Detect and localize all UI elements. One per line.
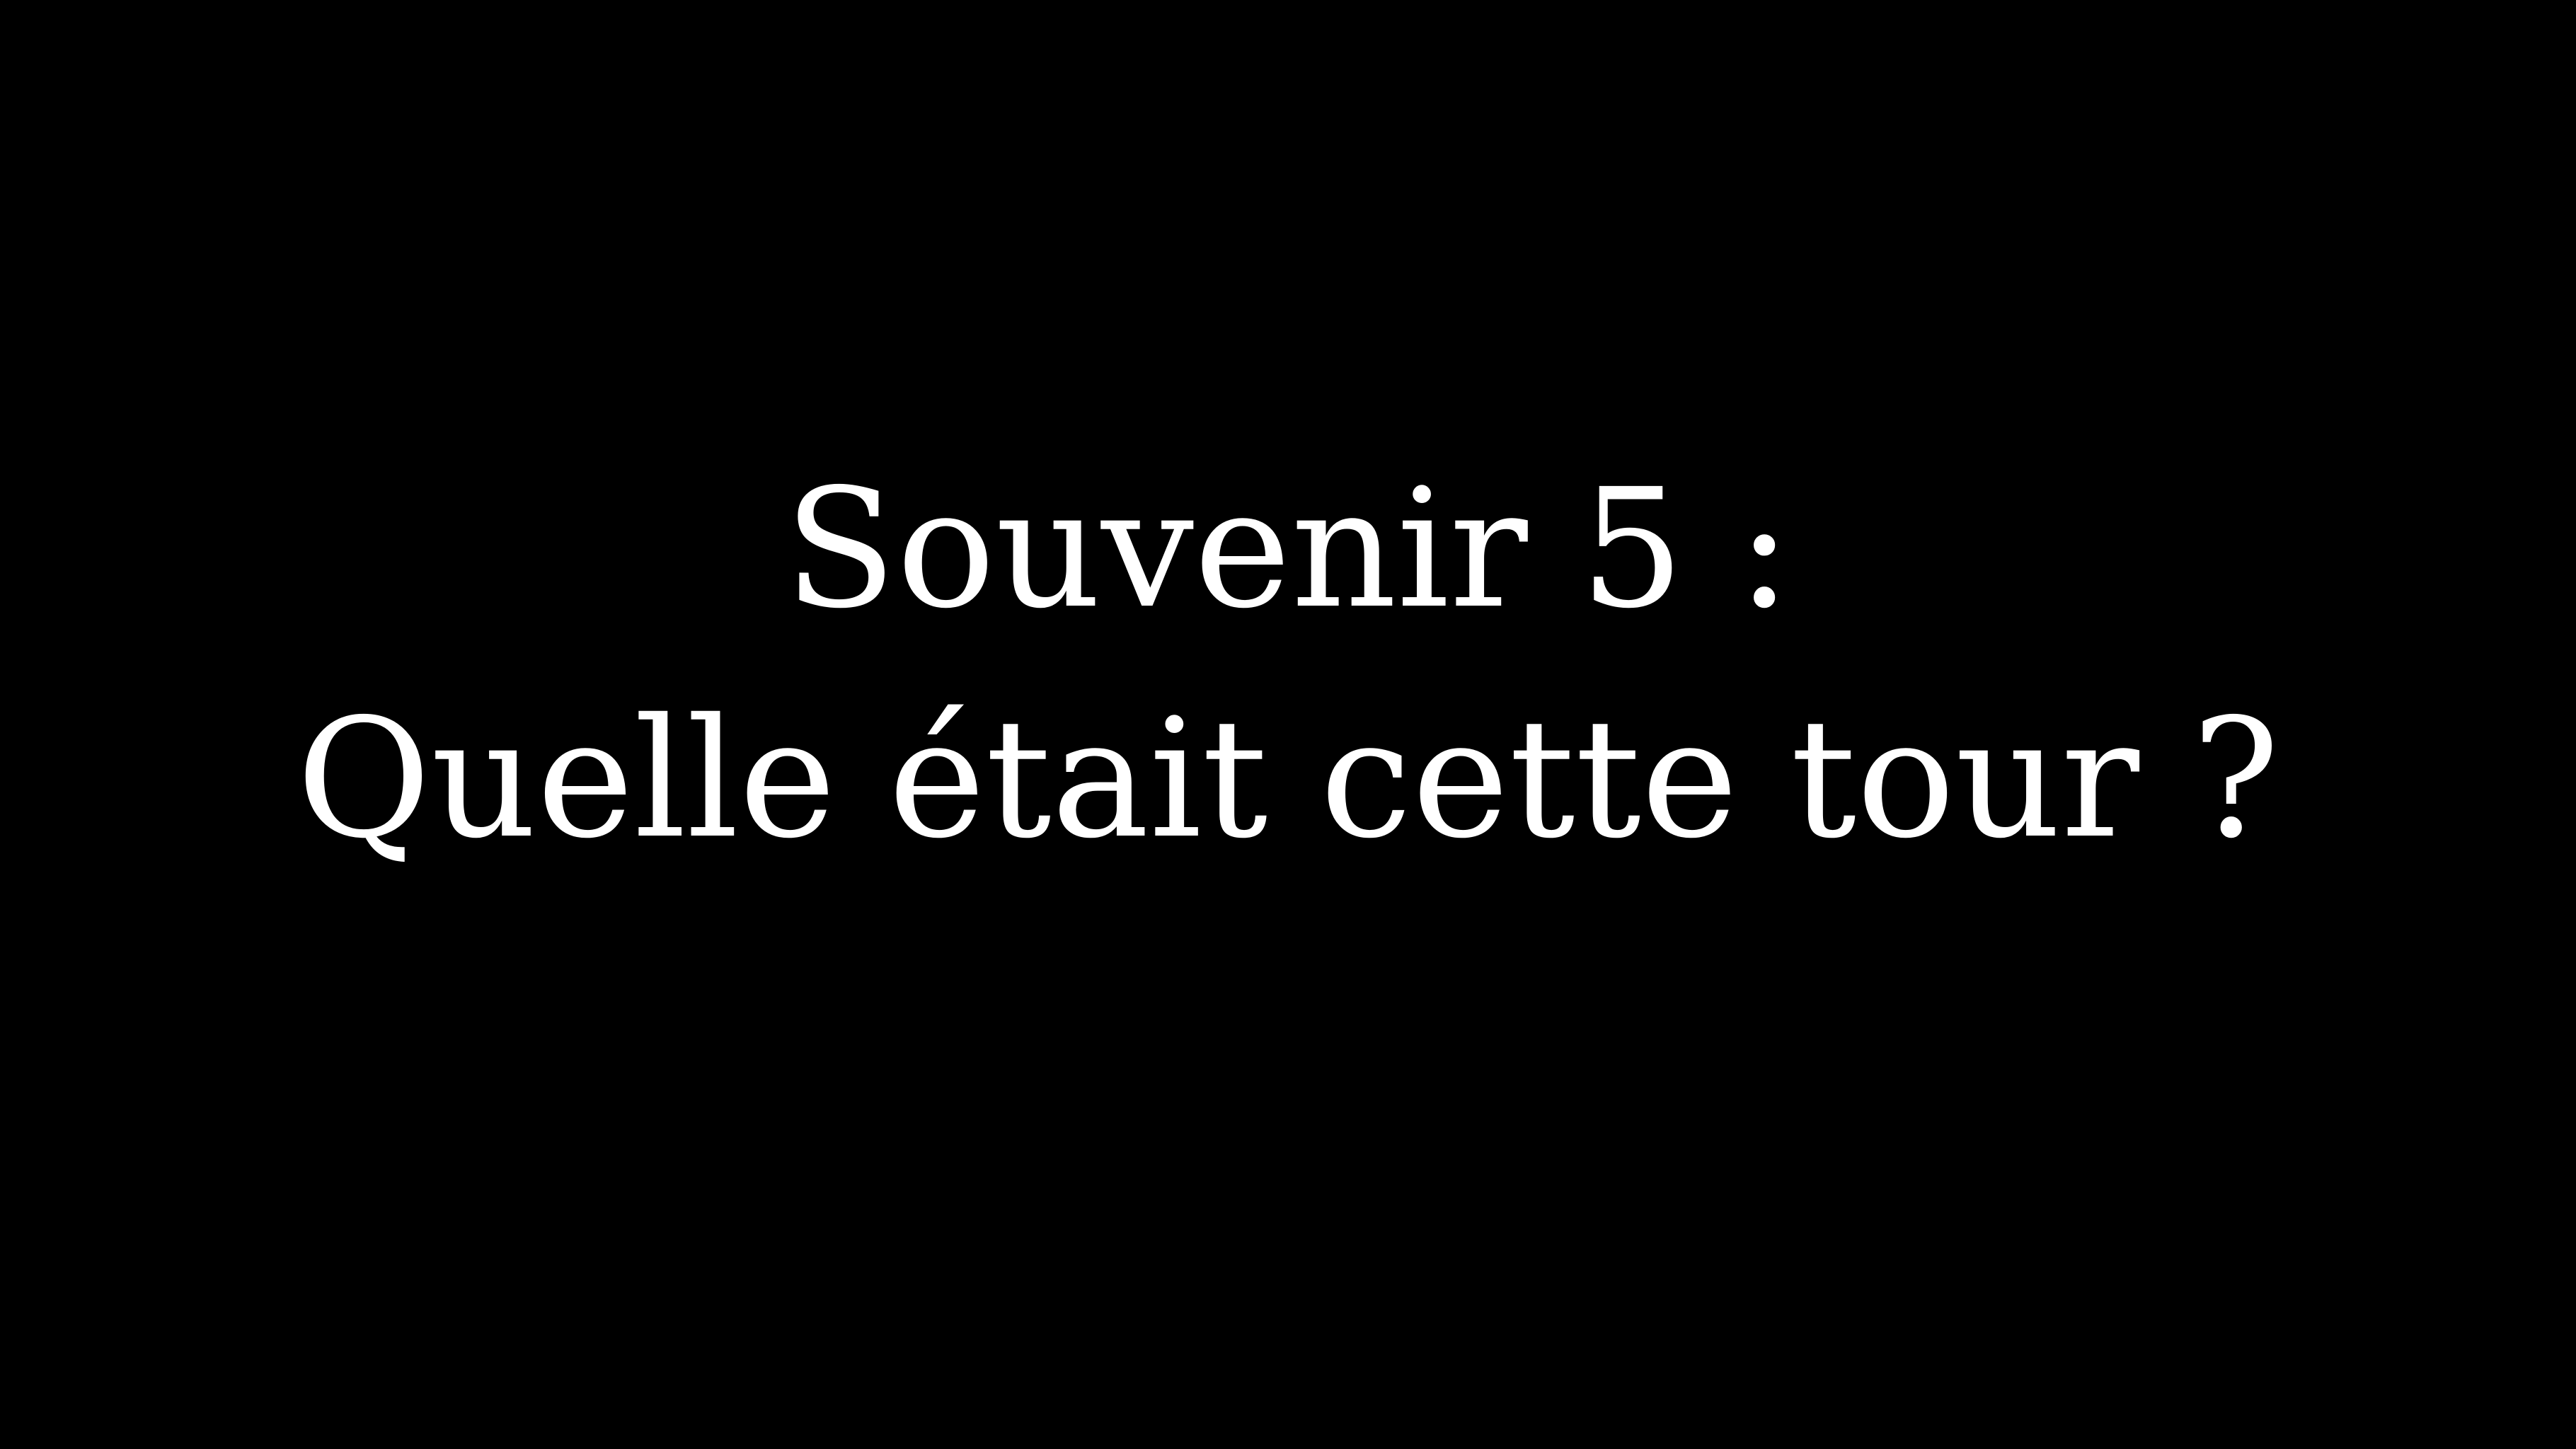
slide-title-line-1: Souvenir 5 : <box>783 454 1793 645</box>
slide-title-line-2: Quelle était cette tour ? <box>296 683 2280 874</box>
title-slide: Souvenir 5 : Quelle était cette tour ? <box>0 0 2576 1449</box>
